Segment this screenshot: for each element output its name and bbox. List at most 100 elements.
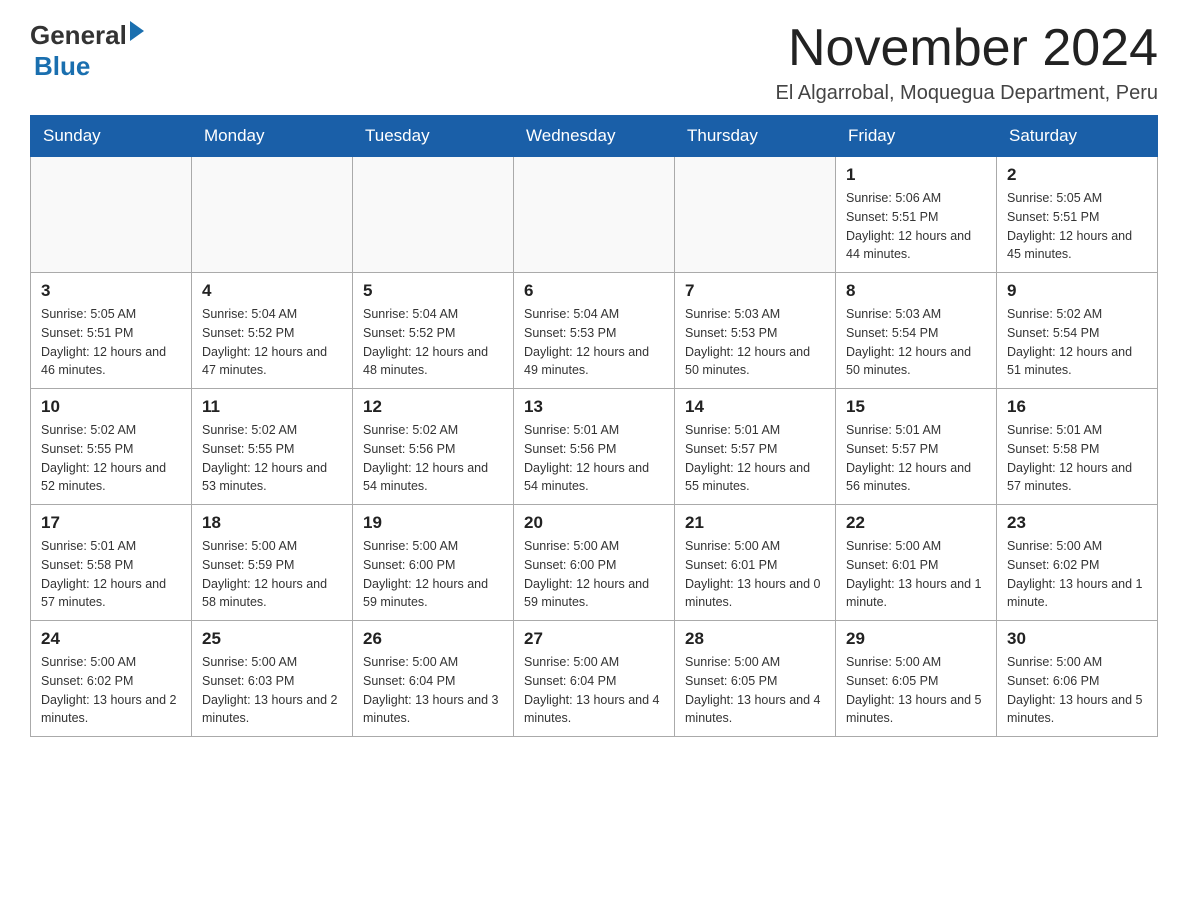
day-info: Sunrise: 5:00 AMSunset: 6:05 PMDaylight:… [685, 655, 821, 725]
day-number: 25 [202, 629, 342, 649]
day-info: Sunrise: 5:00 AMSunset: 6:05 PMDaylight:… [846, 655, 982, 725]
day-number: 6 [524, 281, 664, 301]
day-cell: 15 Sunrise: 5:01 AMSunset: 5:57 PMDayligh… [836, 389, 997, 505]
day-cell: 23 Sunrise: 5:00 AMSunset: 6:02 PMDayligh… [997, 505, 1158, 621]
day-cell: 5 Sunrise: 5:04 AMSunset: 5:52 PMDaylight… [353, 273, 514, 389]
day-cell: 9 Sunrise: 5:02 AMSunset: 5:54 PMDaylight… [997, 273, 1158, 389]
day-info: Sunrise: 5:00 AMSunset: 6:00 PMDaylight:… [524, 539, 649, 609]
day-cell: 16 Sunrise: 5:01 AMSunset: 5:58 PMDayligh… [997, 389, 1158, 505]
day-cell [675, 157, 836, 273]
header-saturday: Saturday [997, 116, 1158, 157]
day-info: Sunrise: 5:00 AMSunset: 6:06 PMDaylight:… [1007, 655, 1143, 725]
day-cell: 6 Sunrise: 5:04 AMSunset: 5:53 PMDaylight… [514, 273, 675, 389]
day-info: Sunrise: 5:05 AMSunset: 5:51 PMDaylight:… [1007, 191, 1132, 261]
day-info: Sunrise: 5:00 AMSunset: 6:02 PMDaylight:… [41, 655, 177, 725]
day-cell: 7 Sunrise: 5:03 AMSunset: 5:53 PMDaylight… [675, 273, 836, 389]
day-cell [192, 157, 353, 273]
day-info: Sunrise: 5:03 AMSunset: 5:53 PMDaylight:… [685, 307, 810, 377]
day-number: 16 [1007, 397, 1147, 417]
day-number: 30 [1007, 629, 1147, 649]
day-info: Sunrise: 5:02 AMSunset: 5:56 PMDaylight:… [363, 423, 488, 493]
day-cell: 26 Sunrise: 5:00 AMSunset: 6:04 PMDayligh… [353, 621, 514, 737]
day-cell: 29 Sunrise: 5:00 AMSunset: 6:05 PMDayligh… [836, 621, 997, 737]
day-cell: 12 Sunrise: 5:02 AMSunset: 5:56 PMDayligh… [353, 389, 514, 505]
day-number: 9 [1007, 281, 1147, 301]
month-year-title: November 2024 [776, 20, 1158, 77]
week-row-5: 24 Sunrise: 5:00 AMSunset: 6:02 PMDayligh… [31, 621, 1158, 737]
day-cell: 20 Sunrise: 5:00 AMSunset: 6:00 PMDayligh… [514, 505, 675, 621]
day-number: 27 [524, 629, 664, 649]
day-info: Sunrise: 5:04 AMSunset: 5:52 PMDaylight:… [202, 307, 327, 377]
day-number: 10 [41, 397, 181, 417]
day-cell [31, 157, 192, 273]
day-number: 13 [524, 397, 664, 417]
day-cell: 25Sunrise: 5:00 AMSunset: 6:03 PMDayligh… [192, 621, 353, 737]
day-number: 15 [846, 397, 986, 417]
day-cell: 30 Sunrise: 5:00 AMSunset: 6:06 PMDayligh… [997, 621, 1158, 737]
day-cell: 17Sunrise: 5:01 AMSunset: 5:58 PMDayligh… [31, 505, 192, 621]
header-thursday: Thursday [675, 116, 836, 157]
logo: General Blue [30, 20, 144, 82]
day-cell: 14 Sunrise: 5:01 AMSunset: 5:57 PMDayligh… [675, 389, 836, 505]
day-cell: 21 Sunrise: 5:00 AMSunset: 6:01 PMDayligh… [675, 505, 836, 621]
day-info: Sunrise: 5:01 AMSunset: 5:58 PMDaylight:… [41, 539, 166, 609]
day-cell: 10Sunrise: 5:02 AMSunset: 5:55 PMDayligh… [31, 389, 192, 505]
day-cell: 2Sunrise: 5:05 AMSunset: 5:51 PMDaylight… [997, 157, 1158, 273]
day-info: Sunrise: 5:00 AMSunset: 6:02 PMDaylight:… [1007, 539, 1143, 609]
week-row-1: 1Sunrise: 5:06 AMSunset: 5:51 PMDaylight… [31, 157, 1158, 273]
day-cell: 19 Sunrise: 5:00 AMSunset: 6:00 PMDayligh… [353, 505, 514, 621]
day-cell: 22Sunrise: 5:00 AMSunset: 6:01 PMDayligh… [836, 505, 997, 621]
day-number: 26 [363, 629, 503, 649]
day-number: 20 [524, 513, 664, 533]
day-cell: 24 Sunrise: 5:00 AMSunset: 6:02 PMDayligh… [31, 621, 192, 737]
day-number: 28 [685, 629, 825, 649]
week-row-4: 17Sunrise: 5:01 AMSunset: 5:58 PMDayligh… [31, 505, 1158, 621]
header-tuesday: Tuesday [353, 116, 514, 157]
day-number: 22 [846, 513, 986, 533]
day-info: Sunrise: 5:00 AMSunset: 6:04 PMDaylight:… [363, 655, 499, 725]
day-cell: 27 Sunrise: 5:00 AMSunset: 6:04 PMDayligh… [514, 621, 675, 737]
day-cell: 1Sunrise: 5:06 AMSunset: 5:51 PMDaylight… [836, 157, 997, 273]
day-cell: 18Sunrise: 5:00 AMSunset: 5:59 PMDayligh… [192, 505, 353, 621]
day-number: 19 [363, 513, 503, 533]
calendar-header: SundayMondayTuesdayWednesdayThursdayFrid… [31, 116, 1158, 157]
header-friday: Friday [836, 116, 997, 157]
day-number: 12 [363, 397, 503, 417]
logo-general-text: General [30, 20, 127, 51]
day-info: Sunrise: 5:00 AMSunset: 6:01 PMDaylight:… [685, 539, 821, 609]
calendar-table: SundayMondayTuesdayWednesdayThursdayFrid… [30, 115, 1158, 737]
day-number: 11 [202, 397, 342, 417]
day-info: Sunrise: 5:05 AMSunset: 5:51 PMDaylight:… [41, 307, 166, 377]
logo-arrow-icon [130, 21, 144, 41]
day-info: Sunrise: 5:01 AMSunset: 5:57 PMDaylight:… [846, 423, 971, 493]
day-number: 21 [685, 513, 825, 533]
week-row-3: 10Sunrise: 5:02 AMSunset: 5:55 PMDayligh… [31, 389, 1158, 505]
day-number: 14 [685, 397, 825, 417]
day-cell: 13Sunrise: 5:01 AMSunset: 5:56 PMDayligh… [514, 389, 675, 505]
day-number: 23 [1007, 513, 1147, 533]
day-info: Sunrise: 5:00 AMSunset: 5:59 PMDaylight:… [202, 539, 327, 609]
location-subtitle: El Algarrobal, Moquegua Department, Peru [776, 82, 1158, 105]
day-info: Sunrise: 5:04 AMSunset: 5:52 PMDaylight:… [363, 307, 488, 377]
day-info: Sunrise: 5:00 AMSunset: 6:04 PMDaylight:… [524, 655, 660, 725]
day-info: Sunrise: 5:01 AMSunset: 5:58 PMDaylight:… [1007, 423, 1132, 493]
week-row-2: 3 Sunrise: 5:05 AMSunset: 5:51 PMDaylight… [31, 273, 1158, 389]
day-info: Sunrise: 5:02 AMSunset: 5:54 PMDaylight:… [1007, 307, 1132, 377]
day-info: Sunrise: 5:00 AMSunset: 6:00 PMDaylight:… [363, 539, 488, 609]
day-info: Sunrise: 5:04 AMSunset: 5:53 PMDaylight:… [524, 307, 649, 377]
day-number: 4 [202, 281, 342, 301]
day-cell: 8Sunrise: 5:03 AMSunset: 5:54 PMDaylight… [836, 273, 997, 389]
day-number: 24 [41, 629, 181, 649]
day-number: 5 [363, 281, 503, 301]
day-cell: 4 Sunrise: 5:04 AMSunset: 5:52 PMDaylight… [192, 273, 353, 389]
day-number: 3 [41, 281, 181, 301]
day-cell: 11Sunrise: 5:02 AMSunset: 5:55 PMDayligh… [192, 389, 353, 505]
logo-blue-text: Blue [34, 51, 144, 82]
day-number: 7 [685, 281, 825, 301]
day-cell: 3 Sunrise: 5:05 AMSunset: 5:51 PMDaylight… [31, 273, 192, 389]
day-info: Sunrise: 5:01 AMSunset: 5:57 PMDaylight:… [685, 423, 810, 493]
day-cell [514, 157, 675, 273]
title-area: November 2024 El Algarrobal, Moquegua De… [776, 20, 1158, 105]
day-number: 29 [846, 629, 986, 649]
day-number: 8 [846, 281, 986, 301]
